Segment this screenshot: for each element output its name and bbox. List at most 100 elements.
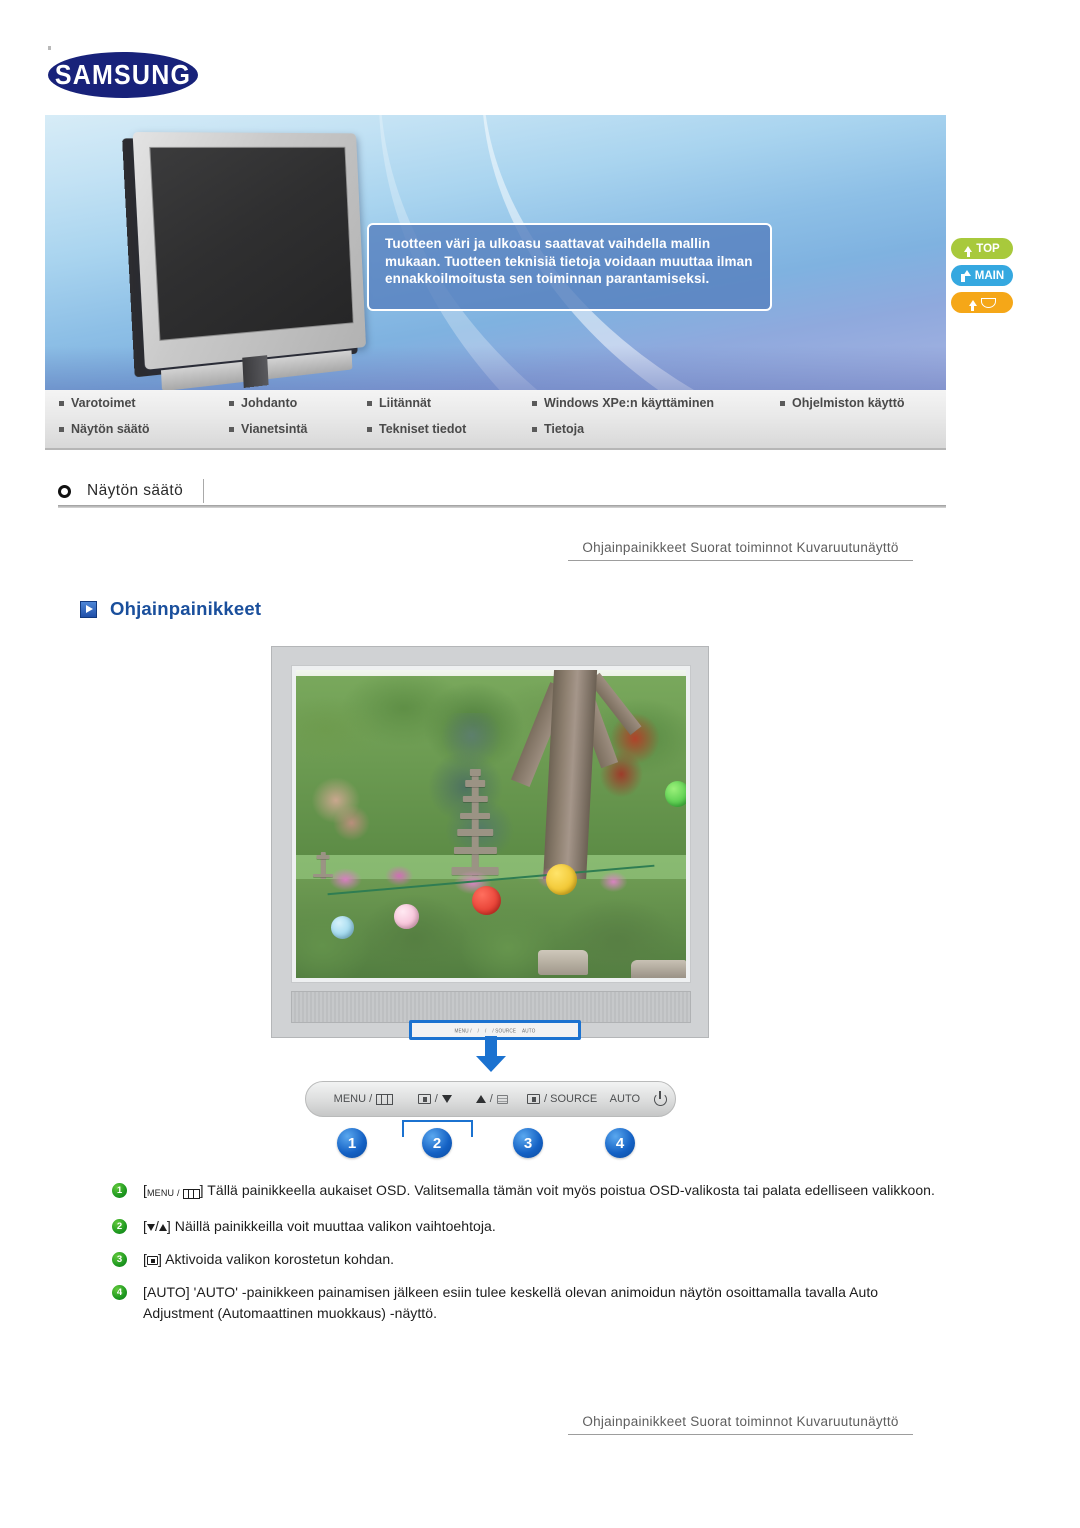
source-button-label: / SOURCE — [544, 1093, 598, 1105]
source-button[interactable]: / SOURCE — [521, 1082, 604, 1116]
main-button-label: MAIN — [974, 269, 1005, 282]
home-button[interactable] — [951, 292, 1013, 313]
breadcrumb-rule — [568, 560, 913, 561]
bullet-square-icon — [59, 426, 64, 432]
bullet-square-icon — [229, 400, 234, 406]
nav-row-2: Näytön säätö Vianetsintä Tekniset tiedot… — [59, 422, 584, 436]
nav-item-johdanto[interactable]: Johdanto — [229, 396, 367, 410]
nav-label: Näytön säätö — [71, 422, 150, 436]
smile-icon — [980, 297, 996, 308]
nav-item-ohjelmiston-kaytto[interactable]: Ohjelmiston käyttö — [780, 396, 905, 410]
section-title-text: Näytön säätö — [87, 482, 184, 499]
nav-label: Windows XPe:n käyttäminen — [544, 396, 715, 410]
power-icon — [654, 1090, 668, 1106]
lantern-yellow — [545, 864, 577, 895]
bullet-square-icon — [532, 426, 537, 432]
monitor-figure: MENU / / / / SOURCE AUTO — [271, 646, 709, 1040]
down-button-label: / — [434, 1093, 438, 1105]
description-text-1: [MENU /] Tällä painikkeella aukaiset OSD… — [143, 1180, 935, 1204]
arrow-up-icon-2 — [968, 299, 977, 311]
corner-mark — [48, 46, 51, 50]
up-button[interactable]: / — [463, 1082, 521, 1116]
green-badge-3: 3 — [112, 1252, 127, 1267]
page-root: SAMSUNG Tuotteen väri ja ulkoasu saattav… — [0, 0, 1080, 1528]
menu-bars-icon — [182, 1188, 200, 1199]
description-body-2: Näillä painikkeilla voit muuttaa valikon… — [170, 1218, 496, 1234]
callout-badge-1: 1 — [337, 1128, 367, 1158]
nav-item-tietoja[interactable]: Tietoja — [532, 422, 584, 436]
nav-label: Liitännät — [379, 396, 432, 410]
triangle-down-icon — [146, 1224, 155, 1231]
hero-disclaimer-box: Tuotteen väri ja ulkoasu saattavat vaihd… — [367, 223, 772, 311]
page-title-text: Ohjainpainikkeet — [110, 598, 262, 619]
nav-label: Johdanto — [241, 396, 298, 410]
logo-text: SAMSUNG — [54, 58, 192, 91]
nav-item-nayton-saato[interactable]: Näytön säätö — [59, 422, 229, 436]
samsung-logo: SAMSUNG — [48, 46, 198, 98]
nav-row-1: Varotoimet Johdanto Liitännät Windows XP… — [59, 396, 905, 410]
bullet-square-icon — [59, 400, 64, 406]
nav-item-tekniset-tiedot[interactable]: Tekniset tiedot — [367, 422, 532, 436]
top-button[interactable]: TOP — [951, 238, 1013, 259]
control-button-panel: MENU / / / / SOURCE AUTO — [305, 1081, 676, 1117]
main-button[interactable]: MAIN — [951, 265, 1013, 286]
green-badge-4: 4 — [112, 1285, 127, 1300]
strip-label-source: / SOURCE — [492, 1027, 517, 1033]
bullet-square-icon — [367, 400, 372, 406]
hero-banner: Tuotteen väri ja ulkoasu saattavat vaihd… — [45, 115, 946, 390]
description-text-3: [] Aktivoida valikon korostetun kohdan. — [143, 1249, 394, 1270]
hero-monitor-image — [122, 131, 387, 390]
strip-label-auto: AUTO — [522, 1027, 536, 1033]
lantern-pink — [393, 904, 419, 929]
nav-item-vianetsinta[interactable]: Vianetsintä — [229, 422, 367, 436]
breadcrumb-rule-bottom — [568, 1434, 913, 1435]
primary-nav: Varotoimet Johdanto Liitännät Windows XP… — [45, 390, 946, 450]
nav-label: Vianetsintä — [241, 422, 308, 436]
breadcrumb-text[interactable]: Ohjainpainikkeet Suorat toiminnot Kuvaru… — [568, 540, 913, 555]
nav-item-liitannat[interactable]: Liitännät — [367, 396, 532, 410]
breadcrumb-text-bottom[interactable]: Ohjainpainikkeet Suorat toiminnot Kuvaru… — [568, 1414, 913, 1429]
enter-box-icon — [146, 1256, 158, 1265]
strip-label-3: / — [484, 1027, 487, 1033]
nav-label: Ohjelmiston käyttö — [792, 396, 905, 410]
triangle-down-icon — [441, 1095, 452, 1103]
nav-label: Varotoimet — [71, 396, 136, 410]
source-box-icon — [527, 1094, 541, 1104]
description-item-4: 4 [AUTO] 'AUTO' -painikkeen painamisen j… — [112, 1282, 942, 1324]
auto-button[interactable]: AUTO — [604, 1082, 646, 1116]
down-button[interactable]: / — [407, 1082, 463, 1116]
green-badge-1: 1 — [112, 1183, 127, 1198]
arrow-branch-icon — [960, 269, 971, 282]
description-list: 1 [MENU /] Tällä painikkeella aukaiset O… — [112, 1180, 942, 1336]
description-body-4: 'AUTO' -painikkeen painamisen jälkeen es… — [143, 1284, 879, 1321]
bracket-auto: [AUTO] — [143, 1284, 190, 1300]
menu-icon-group: MENU / — [147, 1183, 200, 1204]
top-button-label: TOP — [976, 242, 1000, 255]
blue-play-icon — [80, 600, 97, 618]
callout-badge-2: 2 — [422, 1128, 452, 1158]
description-item-3: 3 [] Aktivoida valikon korostetun kohdan… — [112, 1249, 942, 1270]
strip-label-2: / — [477, 1027, 480, 1033]
ring-icon — [58, 484, 71, 498]
section-underline — [58, 505, 946, 508]
garden-photo — [296, 670, 686, 978]
side-button-group: TOP MAIN — [951, 238, 1013, 319]
green-badge-2: 2 — [112, 1219, 127, 1234]
callout-down-arrow — [476, 1036, 506, 1072]
callout-badge-4: 4 — [605, 1128, 635, 1158]
monitor-base-panel — [291, 991, 691, 1023]
nav-item-windows-xpe[interactable]: Windows XPe:n käyttäminen — [532, 396, 780, 410]
menu-button[interactable]: MENU / — [306, 1082, 407, 1116]
triangle-up-icon — [475, 1095, 486, 1103]
description-item-1: 1 [MENU /] Tällä painikkeella aukaiset O… — [112, 1180, 942, 1204]
auto-button-label: AUTO — [609, 1093, 641, 1105]
breadcrumb-top: Ohjainpainikkeet Suorat toiminnot Kuvaru… — [568, 540, 913, 561]
description-item-2: 2 [/] Näillä painikkeilla voit muuttaa v… — [112, 1216, 942, 1237]
enter-box-icon — [417, 1094, 431, 1104]
triangle-up-icon — [158, 1224, 167, 1231]
lantern-red — [471, 885, 501, 915]
hero-disclaimer-text: Tuotteen väri ja ulkoasu saattavat vaihd… — [385, 236, 753, 286]
nav-item-varotoimet[interactable]: Varotoimet — [59, 396, 229, 410]
nav-label: Tekniset tiedot — [379, 422, 467, 436]
power-button[interactable] — [646, 1082, 675, 1116]
